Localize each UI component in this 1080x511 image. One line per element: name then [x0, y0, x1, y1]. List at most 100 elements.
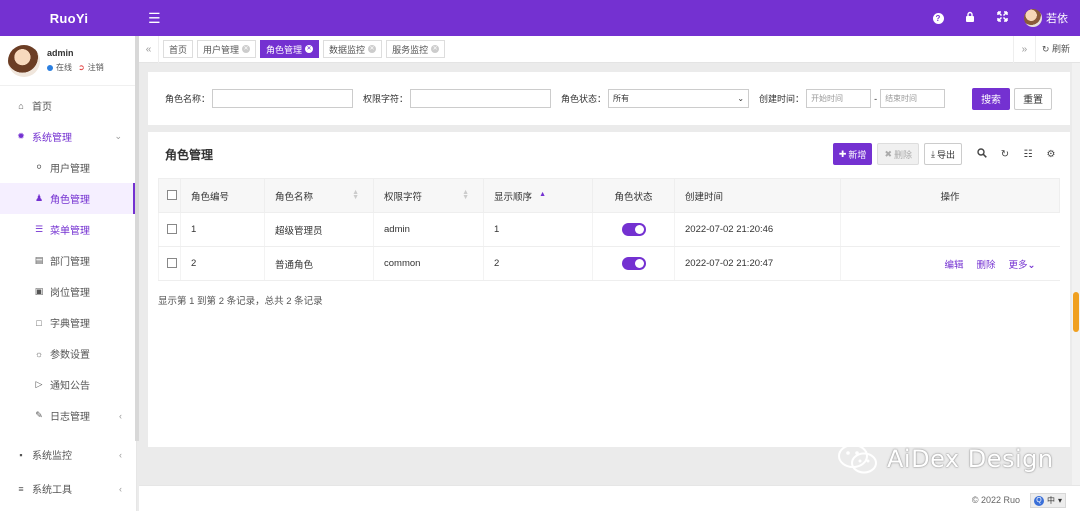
sidebar-scrollbar[interactable] [135, 36, 139, 441]
refresh-tab-button[interactable]: ↻ 刷新 [1034, 35, 1080, 63]
sort-asc-icon[interactable]: ▲ [539, 191, 546, 198]
tabs-scroll-right-icon[interactable]: » [1012, 35, 1035, 63]
sidebar-item-config[interactable]: ☼ 参数设置 [0, 338, 136, 369]
brand-logo[interactable]: RuoYi [0, 11, 138, 26]
hamburger-menu-icon[interactable]: ☰ [148, 10, 166, 27]
role-name-input[interactable] [212, 89, 354, 108]
row-checkbox[interactable] [167, 224, 177, 235]
reset-button[interactable]: 重置 [1014, 87, 1053, 110]
avatar [8, 44, 40, 77]
col-role-id[interactable]: 角色编号 [180, 178, 265, 213]
end-time-input[interactable]: 结束时间 [880, 89, 946, 108]
delete-button[interactable]: ✖ 删除 [877, 143, 919, 165]
sidebar-item-log[interactable]: ✎ 日志管理 ‹ [0, 400, 136, 431]
close-icon[interactable]: ✕ [368, 45, 377, 53]
refresh-icon[interactable]: ↻ [996, 149, 1014, 160]
col-created-time: 创建时间 [674, 178, 841, 213]
logout-icon[interactable]: ➲ [78, 63, 85, 72]
search-toggle-icon[interactable] [973, 147, 991, 161]
tab-home[interactable]: 首页 [163, 40, 194, 58]
sidebar-item-monitor[interactable]: ▪ 系统监控 ‹ [0, 439, 136, 470]
sidebar-item-post[interactable]: ▣ 岗位管理 [0, 276, 136, 307]
col-role-name[interactable]: 角色名称 ▲ ▼ [264, 178, 374, 213]
tabs-scroll-left-icon[interactable]: « [139, 35, 159, 63]
logout-link[interactable]: 注销 [88, 62, 104, 73]
sidebar-item-home[interactable]: ⌂ 首页 [0, 90, 136, 121]
cell-sort-order: 1 [483, 212, 593, 247]
sort-icon[interactable]: ▲ ▼ [462, 189, 469, 201]
sidebar-item-notice[interactable]: ▷ 通知公告 [0, 369, 136, 400]
plus-icon: ✚ [838, 148, 847, 159]
page-scrollbar-thumb[interactable] [1073, 292, 1079, 332]
lock-icon[interactable] [954, 11, 986, 25]
add-button[interactable]: ✚ 新增 [832, 143, 873, 165]
sidebar-item-roles[interactable]: ♟ 角色管理 [0, 183, 136, 214]
chevron-left-icon: ‹ [119, 449, 122, 460]
sidebar-item-menus[interactable]: ☰ 菜单管理 [0, 214, 136, 245]
tab-server-monitor[interactable]: 服务监控 ✕ [386, 40, 446, 58]
edit-link[interactable]: 编辑 [944, 257, 963, 271]
role-key-input[interactable] [410, 89, 552, 108]
user-name: 若依 [1046, 13, 1068, 25]
start-time-input[interactable]: 开始时间 [806, 89, 872, 108]
user-icon: ⚪ [35, 162, 43, 172]
sidebar-nav: ⌂ 首页 ✹ 系统管理 ⌄ ⚪ 用户管理 ♟ 角色管理 ☰ 菜单管理 ▤ 部门管… [0, 90, 136, 504]
close-icon[interactable]: ✕ [242, 45, 251, 53]
cell-role-key: admin [373, 212, 484, 247]
close-icon[interactable]: ✕ [305, 45, 314, 53]
fullscreen-icon[interactable] [986, 11, 1018, 25]
edit-icon: ✎ [35, 410, 43, 420]
tabs-bar: « 首页 用户管理 ✕ 角色管理 ✕ 数据监控 ✕ 服务监控 ✕ » ↻ 刷新 [139, 35, 1080, 63]
user-menu[interactable]: 若依 [1024, 9, 1068, 27]
select-all-checkbox[interactable] [167, 190, 177, 201]
settings-icon[interactable]: ⚙ [1042, 149, 1060, 160]
tab-roles[interactable]: 角色管理 ✕ [260, 40, 320, 58]
sidebar-item-tools[interactable]: ≡ 系统工具 ‹ [0, 473, 136, 504]
user-role-icon: ♟ [34, 193, 44, 203]
row-checkbox[interactable] [167, 258, 177, 269]
topbar-actions: ? 若依 [922, 0, 1080, 36]
role-name-label: 角色名称： [165, 94, 211, 104]
sidebar-item-dept[interactable]: ▤ 部门管理 [0, 245, 136, 276]
delete-link[interactable]: 删除 [977, 257, 996, 271]
chevron-left-icon: ‹ [119, 410, 122, 421]
status-toggle[interactable] [621, 223, 646, 236]
tab-data-monitor[interactable]: 数据监控 ✕ [323, 40, 383, 58]
search-form: 角色名称： 权限字符： 角色状态： 所有 ⌄ 创建时间： 开始时间 - 结束时间… [148, 72, 1070, 125]
bars-icon: ≡ [18, 483, 24, 494]
cell-role-id: 1 [180, 212, 265, 247]
ime-toolbar[interactable]: Q 中 ▾ [1029, 493, 1066, 508]
status-toggle[interactable] [621, 257, 646, 270]
table-toolbar: ✚ 新增 ✖ 删除 ⤓ 导出 ↻ ☷ ⚙ [832, 143, 1060, 165]
chevron-down-icon: ⌄ [1027, 259, 1036, 271]
cell-role-name: 普通角色 [264, 246, 374, 281]
sidebar-item-system[interactable]: ✹ 系统管理 ⌄ [0, 121, 136, 152]
col-role-key[interactable]: 权限字符 ▲ ▼ [373, 178, 484, 213]
sort-icon[interactable]: ▲ ▼ [352, 189, 359, 201]
question-icon[interactable]: ? [922, 12, 954, 24]
more-link[interactable]: 更多⌄ [1009, 257, 1036, 271]
columns-icon[interactable]: ☷ [1019, 149, 1037, 160]
status-select[interactable]: 所有 ⌄ [608, 89, 750, 108]
sidebar-item-dict[interactable]: □ 字典管理 [0, 307, 136, 338]
search-button[interactable]: 搜索 [972, 87, 1011, 110]
sidebar-item-users[interactable]: ⚪ 用户管理 [0, 152, 136, 183]
video-icon: ▪ [19, 449, 23, 460]
bullhorn-icon: ▷ [35, 379, 43, 389]
role-key-label: 权限字符： [363, 94, 409, 104]
chevron-down-icon: ⌄ [737, 94, 745, 103]
tab-users[interactable]: 用户管理 ✕ [197, 40, 257, 58]
table-row: 2 普通角色 common 2 2022-07-02 21:20:47 编辑 删… [158, 246, 1060, 281]
wechat-icon [838, 444, 877, 474]
created-time-label: 创建时间： [759, 94, 805, 104]
status-label: 角色状态： [561, 94, 607, 104]
cell-created-time: 2022-07-02 21:20:47 [674, 246, 841, 281]
refresh-icon: ↻ [1041, 43, 1050, 54]
col-sort-order[interactable]: 显示顺序 ▲ [483, 178, 593, 213]
export-button[interactable]: ⤓ 导出 [924, 143, 962, 165]
idcard-icon: ▣ [34, 286, 44, 296]
table-row: 1 超级管理员 admin 1 2022-07-02 21:20:46 [158, 212, 1060, 247]
close-icon[interactable]: ✕ [431, 45, 440, 53]
page-scrollbar[interactable] [1072, 63, 1080, 485]
select-all-cell [158, 178, 181, 213]
